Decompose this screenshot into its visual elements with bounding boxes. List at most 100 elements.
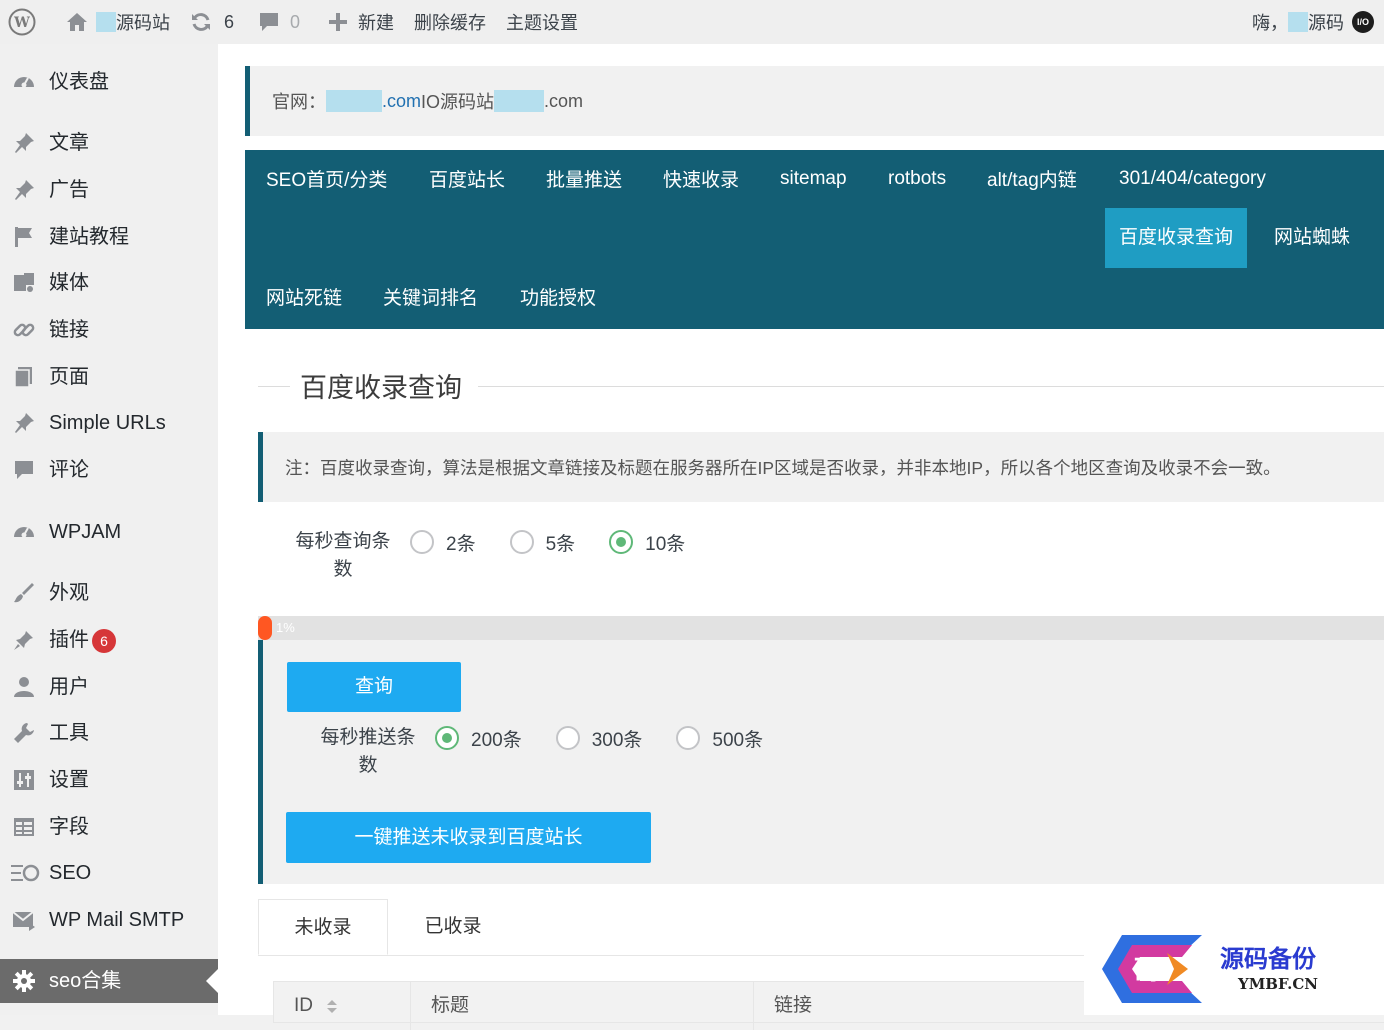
sort-icon[interactable] bbox=[326, 998, 338, 1014]
sidebar-item-wpjam[interactable]: WPJAM bbox=[0, 510, 218, 554]
watermark-domain: YMBF.CN bbox=[1238, 975, 1319, 993]
radio-circle[interactable] bbox=[676, 726, 701, 750]
radio-circle[interactable] bbox=[509, 530, 534, 554]
clear-cache-link[interactable]: 删除缓存 bbox=[404, 0, 496, 44]
avatar: I/O bbox=[1352, 11, 1374, 33]
plugin-icon bbox=[14, 631, 33, 650]
my-account[interactable]: 嗨， 源码 I/O bbox=[1252, 0, 1374, 44]
tab-license[interactable]: 功能授权 bbox=[506, 270, 610, 328]
new-content-link[interactable]: 新建 bbox=[310, 0, 404, 44]
sidebar-item-plugins[interactable]: 插件 6 bbox=[0, 618, 218, 662]
sidebar-item-pages[interactable]: 页面 bbox=[0, 355, 218, 399]
push-unindexed-button[interactable]: 一键推送未收录到百度站长 bbox=[286, 812, 651, 863]
tab-fast-index[interactable]: 快速收录 bbox=[649, 152, 753, 210]
official-site-redacted bbox=[326, 90, 382, 112]
user-name-redacted bbox=[1288, 12, 1308, 32]
main-content: 官网： .com IO源码站 .com SEO首页/分类 百度站长 批量推送 快… bbox=[218, 44, 1384, 1030]
watermark-logo-char: 码 bbox=[1134, 956, 1160, 986]
sidebar-item-label: 广告 bbox=[49, 179, 89, 201]
sidebar-item-media[interactable]: 媒体 bbox=[0, 261, 218, 305]
sidebar-item-dashboard[interactable]: 仪表盘 bbox=[0, 60, 218, 104]
sidebar-item-tutorials[interactable]: 建站教程 bbox=[0, 215, 218, 259]
site-name-link[interactable]: 源码站 bbox=[46, 0, 180, 44]
query-rate-option-2[interactable]: 2条 bbox=[410, 528, 476, 556]
tab-seo-home[interactable]: SEO首页/分类 bbox=[252, 152, 401, 210]
tab-sitemap[interactable]: sitemap bbox=[766, 150, 861, 208]
settings-icon bbox=[14, 770, 34, 790]
media-icon bbox=[14, 273, 34, 292]
sidebar-item-appearance[interactable]: 外观 bbox=[0, 571, 218, 615]
theme-settings-link[interactable]: 主题设置 bbox=[496, 0, 588, 44]
sidebar-item-label: 用户 bbox=[49, 676, 89, 698]
admin-sidebar: 仪表盘 文章 广告 建站教程 媒体 链接 页面 Simple URLs 评论 W… bbox=[0, 44, 218, 1015]
sidebar-item-simple-urls[interactable]: Simple URLs bbox=[0, 401, 218, 445]
page-icon bbox=[14, 367, 32, 388]
divider bbox=[258, 386, 290, 387]
sidebar-item-label: 评论 bbox=[49, 459, 89, 481]
dashboard-icon bbox=[14, 527, 34, 538]
push-rate-option-300[interactable]: 300条 bbox=[555, 724, 642, 752]
radio-circle[interactable] bbox=[410, 530, 434, 554]
settings-tabs: SEO首页/分类 百度站长 批量推送 快速收录 sitemap rotbots … bbox=[245, 150, 1384, 329]
tab-dead-links[interactable]: 网站死链 bbox=[252, 270, 356, 328]
sidebar-item-label: 文章 bbox=[49, 132, 89, 154]
sidebar-item-comments[interactable]: 评论 bbox=[0, 448, 218, 492]
tab-robots[interactable]: rotbots bbox=[874, 150, 960, 208]
push-rate-label: 每秒推送条 数 bbox=[320, 727, 416, 776]
section-title: 百度收录查询 bbox=[300, 373, 462, 403]
user-name-text: 源码 bbox=[1308, 13, 1344, 33]
notice-middle: IO源码站 bbox=[421, 92, 495, 112]
sidebar-item-seo-collection[interactable]: seo合集 bbox=[0, 959, 218, 1003]
push-rate-option-200[interactable]: 200条 bbox=[435, 724, 522, 752]
svg-text:W: W bbox=[13, 15, 30, 31]
sidebar-item-ads[interactable]: 广告 bbox=[0, 168, 218, 212]
sidebar-item-label: WPJAM bbox=[49, 521, 122, 543]
tab-batch-push[interactable]: 批量推送 bbox=[532, 152, 636, 210]
sidebar-item-settings[interactable]: 设置 bbox=[0, 758, 218, 802]
comments-link[interactable]: 0 bbox=[244, 0, 310, 44]
sidebar-item-users[interactable]: 用户 bbox=[0, 665, 218, 709]
tab-baidu-index-query[interactable]: 百度收录查询 bbox=[1105, 208, 1248, 268]
flag-icon bbox=[15, 227, 32, 247]
query-button[interactable]: 查询 bbox=[287, 662, 461, 712]
wordpress-logo[interactable]: W bbox=[0, 0, 46, 44]
sidebar-item-seo[interactable]: SEO bbox=[0, 851, 218, 895]
tab-301-404-category[interactable]: 301/404/category bbox=[1105, 150, 1280, 208]
sidebar-item-label: 外观 bbox=[49, 582, 89, 604]
updates-link[interactable]: 6 bbox=[180, 0, 244, 44]
sidebar-item-label: SEO bbox=[49, 862, 92, 884]
query-rate-option-10[interactable]: 10条 bbox=[609, 528, 685, 556]
sidebar-item-wp-mail-smtp[interactable]: WP Mail SMTP bbox=[0, 898, 218, 942]
pin-icon bbox=[15, 133, 34, 153]
tab-alt-tag-links[interactable]: alt/tag内链 bbox=[973, 152, 1091, 210]
tab-site-spider[interactable]: 网站蜘蛛 bbox=[1260, 209, 1364, 267]
new-label: 新建 bbox=[358, 13, 395, 33]
comment-icon bbox=[260, 13, 279, 31]
seo-icon bbox=[11, 864, 40, 882]
tab-keyword-rank[interactable]: 关键词排名 bbox=[369, 270, 492, 328]
sidebar-item-label: 链接 bbox=[49, 319, 89, 341]
radio-circle-checked[interactable] bbox=[609, 530, 634, 554]
tab-baidu-webmaster[interactable]: 百度站长 bbox=[415, 152, 519, 210]
column-id[interactable]: ID bbox=[274, 982, 411, 1030]
push-rate-option-500[interactable]: 500条 bbox=[676, 724, 763, 752]
tab-indexed[interactable]: 已收录 bbox=[388, 899, 518, 955]
radio-circle-checked[interactable] bbox=[435, 726, 459, 750]
sidebar-item-links[interactable]: 链接 bbox=[0, 308, 218, 352]
watermark-logo-icon: 码 bbox=[1102, 935, 1202, 1003]
site-notice: 官网： .com IO源码站 .com bbox=[245, 66, 1384, 136]
tab-unindexed[interactable]: 未收录 bbox=[258, 899, 388, 955]
sidebar-item-fields[interactable]: 字段 bbox=[0, 805, 218, 849]
sidebar-item-posts[interactable]: 文章 bbox=[0, 121, 218, 165]
query-rate-option-5[interactable]: 5条 bbox=[509, 528, 575, 556]
column-title: 标题 bbox=[411, 982, 754, 1030]
official-site-link[interactable]: .com bbox=[382, 91, 421, 112]
sidebar-item-tools[interactable]: 工具 bbox=[0, 711, 218, 755]
site-name-redacted bbox=[96, 12, 116, 32]
push-rate-group: 每秒推送条 数 200条 300条 500条 bbox=[313, 724, 763, 780]
radio-circle[interactable] bbox=[555, 726, 580, 750]
pin-icon bbox=[15, 413, 34, 433]
comments-count: 0 bbox=[290, 11, 301, 32]
query-rate-label: 每秒查询条 数 bbox=[295, 531, 391, 580]
home-icon bbox=[67, 13, 87, 31]
